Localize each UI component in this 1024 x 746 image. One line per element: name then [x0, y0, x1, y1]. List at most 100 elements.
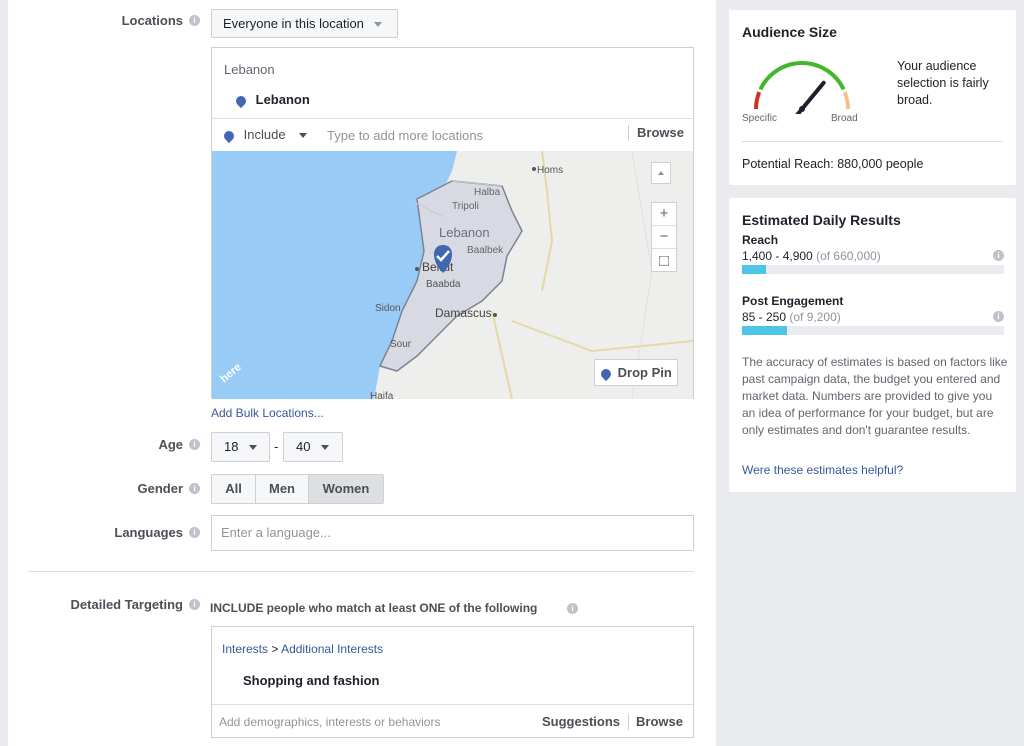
divider [628, 125, 629, 141]
locations-box: Lebanon Lebanon Include Type to add more… [211, 47, 694, 399]
suggestions-button[interactable]: Suggestions [542, 714, 620, 729]
reach-bar-fill [742, 265, 766, 274]
gauge-specific-label: Specific [742, 113, 778, 124]
engagement-bar-fill [742, 326, 787, 335]
drop-pin-label: Drop Pin [617, 365, 672, 380]
age-min-value: 18 [224, 439, 239, 454]
estimates-note: The accuracy of estimates is based on fa… [742, 355, 1008, 437]
location-type-value: Everyone in this location [223, 16, 364, 31]
breadcrumb-additional-interests[interactable]: Additional Interests [281, 642, 383, 656]
map-label-haifa: Haifa [370, 391, 394, 399]
recenter-icon [659, 255, 669, 266]
language-placeholder: Enter a language... [221, 525, 331, 540]
include-dropdown[interactable]: Include [221, 127, 308, 143]
reach-bar [742, 265, 1004, 274]
zoom-in-button[interactable]: + [652, 203, 676, 226]
locations-info-icon[interactable]: i [189, 15, 200, 26]
gender-women-button[interactable]: Women [309, 475, 383, 503]
language-input[interactable]: Enter a language... [211, 515, 694, 551]
map-label-sour: Sour [390, 339, 412, 350]
interests-box: Interests > Additional Interests Shoppin… [211, 626, 694, 738]
map-collapse-button[interactable] [651, 162, 671, 184]
section-divider [28, 571, 694, 572]
map-label-lebanon: Lebanon [439, 225, 490, 240]
audience-description: Your audience selection is fairly broad. [897, 59, 989, 107]
selected-location-label: Lebanon [255, 92, 310, 107]
location-pin-icon [221, 128, 237, 143]
detailed-targeting-info-icon[interactable]: i [189, 599, 200, 610]
location-pin-icon [598, 366, 614, 381]
interest-item[interactable]: Shopping and fashion [243, 673, 380, 688]
engagement-total: (of 9,200) [789, 310, 841, 324]
chevron-down-icon [321, 445, 330, 451]
location-search-input[interactable]: Type to add more locations [327, 128, 483, 143]
languages-info-icon[interactable]: i [189, 527, 200, 538]
age-max-value: 40 [296, 439, 311, 454]
zoom-out-button[interactable]: − [652, 226, 676, 249]
reach-total: (of 660,000) [816, 249, 881, 263]
gender-info-icon[interactable]: i [189, 483, 200, 494]
drop-pin-button[interactable]: Drop Pin [594, 359, 678, 386]
potential-reach: Potential Reach: 880,000 people [742, 157, 924, 171]
interests-breadcrumb: Interests > Additional Interests [222, 642, 383, 656]
engagement-range: 85 - 250 [742, 310, 787, 324]
map-label-tripoli: Tripoli [452, 201, 479, 212]
chevron-up-icon [658, 171, 664, 175]
chevron-down-icon [249, 445, 258, 451]
daily-results-card: Estimated Daily Results Reach 1,400 - 4,… [729, 198, 1016, 492]
gauge-broad-label: Broad [831, 113, 858, 124]
age-max-select[interactable]: 40 [283, 432, 343, 462]
age-label: Age [158, 437, 183, 452]
reach-info-icon[interactable]: i [993, 250, 1004, 261]
map-label-halba: Halba [474, 187, 501, 198]
reach-label: Reach [742, 233, 779, 247]
location-group-header: Lebanon [224, 62, 275, 77]
include-info-icon[interactable]: i [567, 603, 578, 614]
engagement-info-icon[interactable]: i [993, 311, 1004, 322]
gender-all-button[interactable]: All [212, 475, 256, 503]
include-label: Include [243, 127, 286, 142]
divider [742, 141, 1003, 142]
breadcrumb-separator: > [271, 642, 279, 656]
map-label-baabda: Baabda [426, 279, 461, 290]
engagement-label: Post Engagement [742, 294, 844, 308]
map-label-sidon: Sidon [375, 303, 401, 314]
gender-men-button[interactable]: Men [256, 475, 309, 503]
map-label-homs: Homs [537, 165, 563, 176]
audience-gauge [754, 61, 850, 114]
engagement-values: 85 - 250 (of 9,200) [742, 310, 841, 324]
browse-locations-button[interactable]: Browse [637, 125, 684, 140]
location-type-dropdown[interactable]: Everyone in this location [211, 9, 398, 38]
detailed-targeting-label: Detailed Targeting [70, 597, 183, 612]
reach-values: 1,400 - 4,900 (of 660,000) [742, 249, 881, 263]
detailed-targeting-heading: INCLUDE people who match at least ONE of… [210, 601, 538, 615]
chevron-down-icon [299, 133, 308, 139]
selected-location[interactable]: Lebanon [233, 92, 310, 108]
languages-label: Languages [114, 525, 183, 540]
interests-input-row: Add demographics, interests or behaviors… [212, 704, 693, 738]
divider [628, 714, 629, 730]
audience-size-card: Audience Size Your audience selection is… [729, 10, 1016, 185]
age-min-select[interactable]: 18 [211, 432, 270, 462]
browse-interests-button[interactable]: Browse [636, 714, 683, 729]
engagement-bar [742, 326, 1004, 335]
age-info-icon[interactable]: i [189, 439, 200, 450]
breadcrumb-interests[interactable]: Interests [222, 642, 268, 656]
age-separator: - [274, 439, 279, 454]
chevron-down-icon [373, 22, 382, 28]
recenter-button[interactable] [652, 249, 676, 271]
interests-search-input[interactable]: Add demographics, interests or behaviors [219, 715, 440, 729]
location-input-row: Include Type to add more locations Brows… [212, 118, 693, 151]
map-label-damascus: Damascus [435, 306, 492, 320]
map-zoom-controls: + − [651, 202, 677, 272]
location-map[interactable]: Homs Halba Tripoli Lebanon Baalbek Beiru… [212, 151, 693, 399]
location-pin-icon [233, 93, 249, 108]
estimates-feedback-link[interactable]: Were these estimates helpful? [742, 463, 903, 477]
audience-size-title: Audience Size [742, 24, 837, 40]
daily-results-title: Estimated Daily Results [742, 212, 901, 228]
map-label-baalbek: Baalbek [467, 245, 504, 256]
targeting-panel: Locations i Everyone in this location Le… [8, 0, 716, 746]
add-bulk-locations-link[interactable]: Add Bulk Locations... [211, 406, 324, 420]
reach-range: 1,400 - 4,900 [742, 249, 813, 263]
locations-label: Locations [121, 13, 183, 28]
